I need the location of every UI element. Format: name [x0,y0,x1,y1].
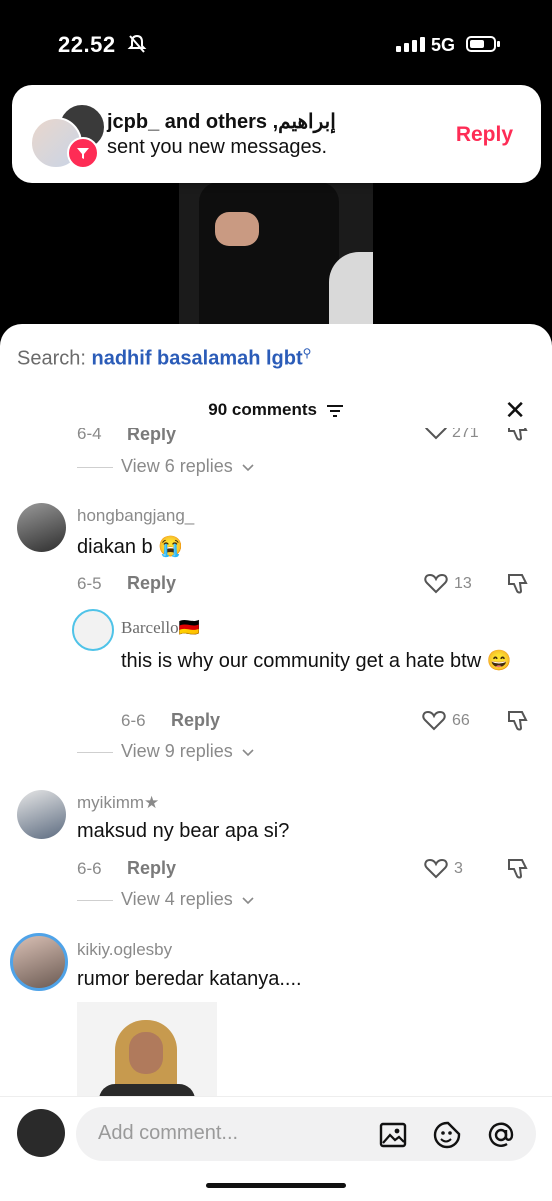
filter-icon[interactable] [326,404,344,418]
search-icon: ⚲ [302,346,312,360]
search-prefix: Search: [17,347,86,370]
divider [77,467,113,468]
like-count: 271 [452,428,479,441]
search-query[interactable]: nadhif basalamah lgbt [92,348,303,370]
divider [77,900,113,901]
heart-icon[interactable] [424,857,448,879]
status-bar: 22.52 5G [0,0,552,80]
view-replies-button[interactable]: View 4 replies [121,889,233,910]
comment-composer: Add comment... [0,1096,552,1201]
dislike-icon[interactable] [506,856,530,880]
reply-text: this is why our community get a hate btw… [121,650,512,672]
comment-text: maksud ny bear apa si? [77,820,290,842]
chevron-down-icon [242,897,254,905]
notification-title: jcpb_ and others ,إبراهيم [107,111,336,133]
battery-tip [497,41,500,47]
dislike-icon[interactable] [506,571,530,595]
dislike-icon[interactable] [506,428,530,442]
message-notification[interactable]: jcpb_ and others ,إبراهيم sent you new m… [12,85,541,183]
avatar[interactable] [17,503,66,552]
heart-icon[interactable] [424,428,448,440]
my-avatar [17,1109,65,1157]
comment-image[interactable] [77,1002,217,1096]
network-label: 5G [431,35,456,55]
avatar[interactable] [72,609,114,651]
chevron-down-icon [242,749,254,757]
comments-count: 90 comments [208,400,317,419]
comment-placeholder: Add comment... [98,1122,239,1144]
avatar[interactable] [17,790,66,839]
bell-mute-icon [127,34,147,53]
comment-date: 6-6 [77,859,102,878]
notification-body: sent you new messages. [107,136,328,158]
reply-username[interactable]: Barcello🇩🇪 [121,618,200,638]
close-icon[interactable]: ✕ [504,397,526,423]
mention-icon[interactable] [486,1120,516,1150]
divider [77,752,113,753]
like-count: 3 [454,860,463,877]
chevron-down-icon [242,464,254,472]
image-icon[interactable] [378,1120,408,1150]
sticker-icon[interactable] [432,1120,462,1150]
reply-button[interactable]: Reply [127,573,176,594]
reply-button[interactable]: Reply [127,428,176,445]
comment-username[interactable]: kikiy.oglesby [77,940,172,960]
like-count: 13 [454,575,472,592]
comments-count-header: 90 comments [0,400,552,420]
comment-text: rumor beredar katanya.... [77,968,302,990]
reply-date: 6-6 [121,711,146,730]
reply-button[interactable]: Reply [171,710,220,731]
comment-text: diakan b 😭 [77,536,184,558]
comment-input[interactable]: Add comment... [76,1107,536,1161]
like-count: 66 [452,712,470,729]
comment-date: 6-4 [77,428,102,443]
comment-username[interactable]: myikimm★ [77,793,159,813]
battery-icon [466,36,496,52]
view-replies-button[interactable]: View 6 replies [121,456,233,477]
status-time: 22.52 [58,32,116,57]
signal-icon [396,37,425,52]
comment-username[interactable]: hongbangjang_ [77,506,194,526]
comment-date: 6-5 [77,574,102,593]
reply-button[interactable]: Reply [127,858,176,879]
avatar[interactable] [10,933,68,991]
video-thumbnail[interactable] [179,182,373,328]
search-suggestion[interactable]: Search: nadhif basalamah lgbt⚲ [17,346,311,371]
heart-icon[interactable] [422,709,446,731]
view-replies-button[interactable]: View 9 replies [121,741,233,762]
inbox-badge-icon [67,137,99,169]
home-indicator [206,1183,346,1188]
dislike-icon[interactable] [506,708,530,732]
notification-reply-button[interactable]: Reply [456,123,513,147]
heart-icon[interactable] [424,572,448,594]
comments-list[interactable]: 6-4 Reply 271 View 6 replies hongbangjan… [0,428,552,1096]
comments-sheet: Search: nadhif basalamah lgbt⚲ 90 commen… [0,324,552,1200]
